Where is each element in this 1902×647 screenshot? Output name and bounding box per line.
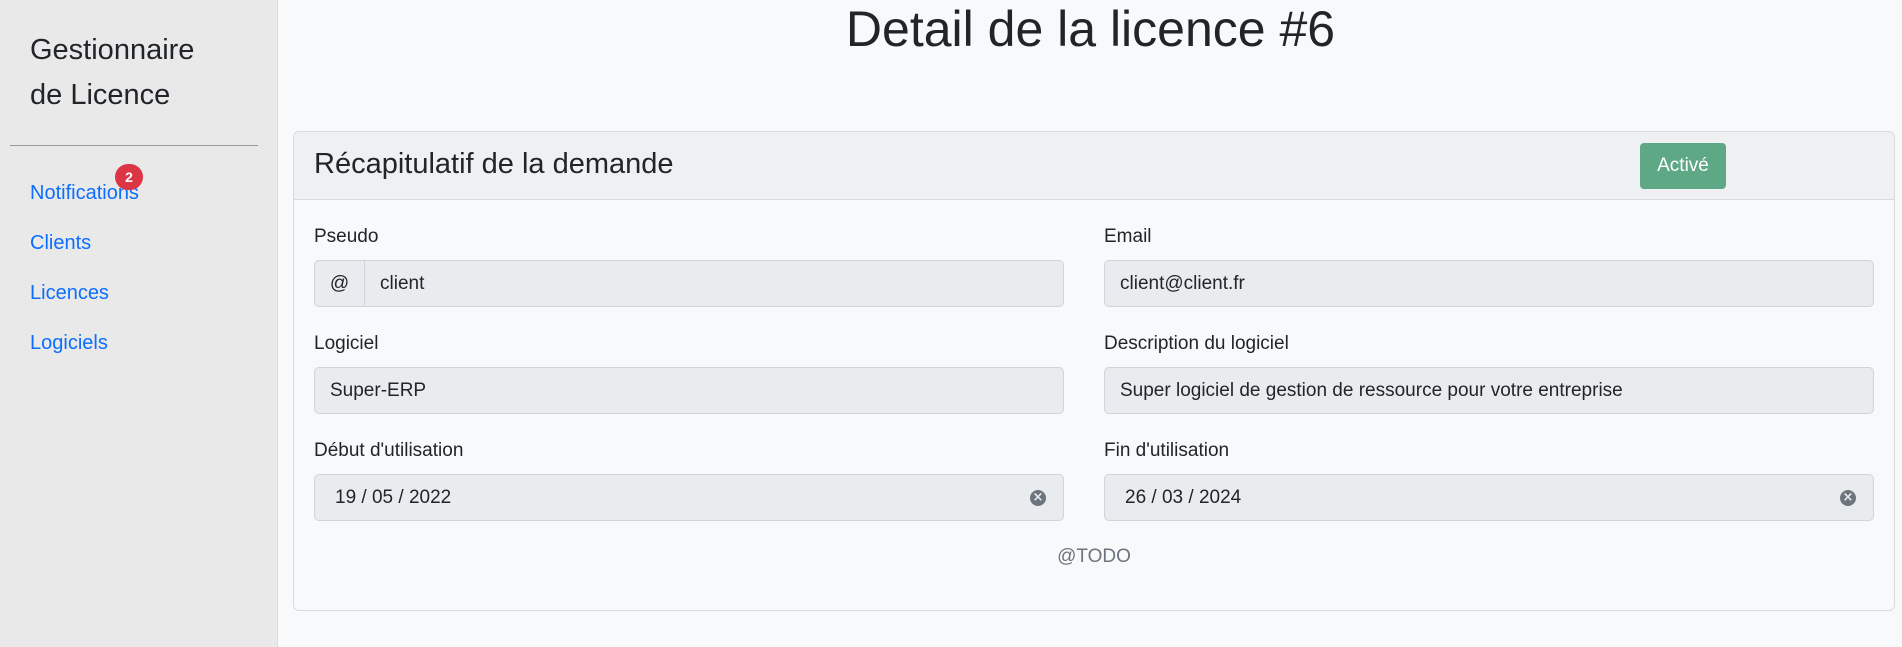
sidebar-item-logiciels[interactable]: Logiciels — [30, 332, 108, 355]
sidebar-item-licences[interactable]: Licences — [30, 282, 109, 305]
description-field[interactable]: Super logiciel de gestion de ressource p… — [1104, 367, 1874, 414]
sidebar-item-clients[interactable]: Clients — [30, 232, 91, 255]
debut-label: Début d'utilisation — [314, 440, 464, 461]
pseudo-label: Pseudo — [314, 226, 379, 247]
card-title: Récapitulatif de la demande — [314, 148, 674, 180]
fin-date-value: 26 / 03 / 2024 — [1125, 487, 1242, 508]
debut-date-field[interactable]: 19 / 05 / 2022 × — [314, 474, 1064, 521]
fin-date-field[interactable]: 26 / 03 / 2024 × — [1104, 474, 1874, 521]
brand-line-1: Gestionnaire — [30, 34, 195, 66]
status-button[interactable]: Activé — [1640, 143, 1726, 189]
page-title: Detail de la licence #6 — [845, 1, 1336, 57]
logiciel-label: Logiciel — [314, 333, 379, 354]
sidebar-divider — [10, 145, 258, 146]
email-field[interactable]: client@client.fr — [1104, 260, 1874, 307]
debut-date-value: 19 / 05 / 2022 — [335, 487, 452, 508]
email-label: Email — [1104, 226, 1152, 247]
clear-icon[interactable]: × — [1030, 490, 1046, 506]
pseudo-field[interactable]: client — [365, 260, 1064, 307]
fin-label: Fin d'utilisation — [1104, 440, 1230, 461]
brand-title: Gestionnaire de Licence — [30, 28, 250, 118]
notifications-badge: 2 — [115, 164, 143, 190]
clear-icon[interactable]: × — [1840, 490, 1856, 506]
request-summary-card: Récapitulatif de la demande Activé Pseud… — [293, 131, 1895, 611]
card-header: Récapitulatif de la demande Activé — [294, 132, 1894, 200]
sidebar: Gestionnaire de Licence Notifications 2 … — [0, 0, 278, 647]
brand-line-2: de Licence — [30, 79, 171, 111]
pseudo-prefix: @ — [314, 260, 365, 307]
main-content: Detail de la licence #6 Récapitulatif de… — [279, 0, 1902, 647]
todo-note: @TODO — [1057, 546, 1131, 567]
logiciel-field[interactable]: Super-ERP — [314, 367, 1064, 414]
description-label: Description du logiciel — [1104, 333, 1289, 354]
